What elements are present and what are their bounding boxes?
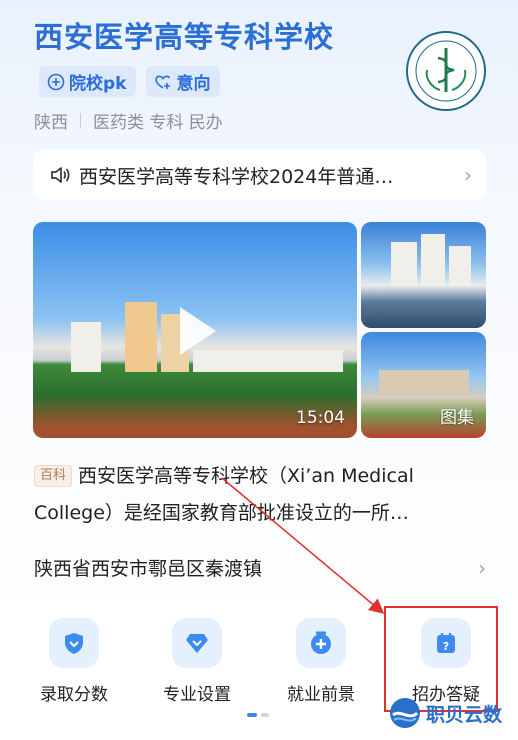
campus-building-image bbox=[421, 234, 445, 286]
school-attributes: 医药类 专科 民办 bbox=[93, 113, 223, 133]
page-indicator bbox=[247, 713, 269, 717]
description-text: 西安医学高等专科学校（Xi’an Medical College）是经国家教育部… bbox=[34, 465, 414, 524]
quick-link-label: 专业设置 bbox=[163, 685, 231, 705]
address-row[interactable]: 陕西省西安市鄠邑区秦渡镇 › bbox=[34, 554, 486, 581]
quick-link-label: 录取分数 bbox=[40, 685, 108, 705]
campus-photo-1[interactable] bbox=[361, 222, 486, 328]
campus-building-image bbox=[379, 370, 469, 394]
meta-divider bbox=[80, 113, 81, 128]
admission-notice-bar[interactable]: 西安医学高等专科学校2024年普通… › bbox=[33, 150, 486, 200]
play-icon[interactable] bbox=[180, 307, 216, 355]
gallery-label[interactable]: 图集 bbox=[440, 403, 474, 428]
campus-building-image bbox=[449, 246, 471, 286]
campus-building-image bbox=[125, 302, 157, 372]
video-duration: 15:04 bbox=[296, 408, 345, 428]
intention-label: 意向 bbox=[176, 74, 211, 94]
baike-badge: 百科 bbox=[34, 465, 73, 487]
chevron-right-icon: › bbox=[464, 163, 472, 187]
school-pk-button[interactable]: 院校pk bbox=[39, 66, 137, 97]
campus-video[interactable]: 15:04 bbox=[33, 222, 357, 438]
watermark-logo-icon bbox=[390, 698, 420, 728]
watermark-text: 职贝云数 bbox=[426, 703, 503, 726]
page-dot-active bbox=[247, 713, 257, 717]
plus-badge-icon bbox=[296, 618, 346, 668]
quick-link-admission-scores[interactable]: 录取分数 bbox=[14, 618, 134, 705]
quick-link-label: 就业前景 bbox=[287, 685, 355, 705]
campus-building-image bbox=[71, 322, 101, 372]
notice-text: 西安医学高等专科学校2024年普通… bbox=[79, 165, 394, 188]
page-dot bbox=[261, 713, 269, 717]
watermark: 职贝云数 bbox=[388, 696, 502, 730]
campus-building-image bbox=[391, 242, 417, 286]
school-pk-label: 院校pk bbox=[69, 74, 127, 94]
shield-icon bbox=[49, 618, 99, 668]
plus-circle-icon bbox=[47, 73, 65, 90]
school-logo bbox=[406, 31, 486, 111]
school-title: 西安医学高等专科学校 bbox=[34, 20, 335, 54]
intention-button[interactable]: 意向 bbox=[146, 66, 221, 97]
school-region: 陕西 bbox=[34, 113, 68, 133]
quick-link-majors[interactable]: 专业设置 bbox=[137, 618, 257, 705]
address-text: 陕西省西安市鄠邑区秦渡镇 bbox=[34, 558, 263, 580]
speaker-icon bbox=[51, 167, 70, 183]
diamond-icon bbox=[172, 618, 222, 668]
campus-photo-2[interactable]: 图集 bbox=[361, 332, 486, 438]
school-meta: 陕西 医药类 专科 民办 bbox=[34, 108, 223, 133]
quick-link-employment[interactable]: 就业前景 bbox=[261, 618, 381, 705]
chevron-right-icon: › bbox=[478, 555, 486, 580]
school-description[interactable]: 百科 西安医学高等专科学校（Xi’an Medical College）是经国家教… bbox=[34, 458, 474, 532]
heart-plus-icon bbox=[155, 75, 171, 89]
